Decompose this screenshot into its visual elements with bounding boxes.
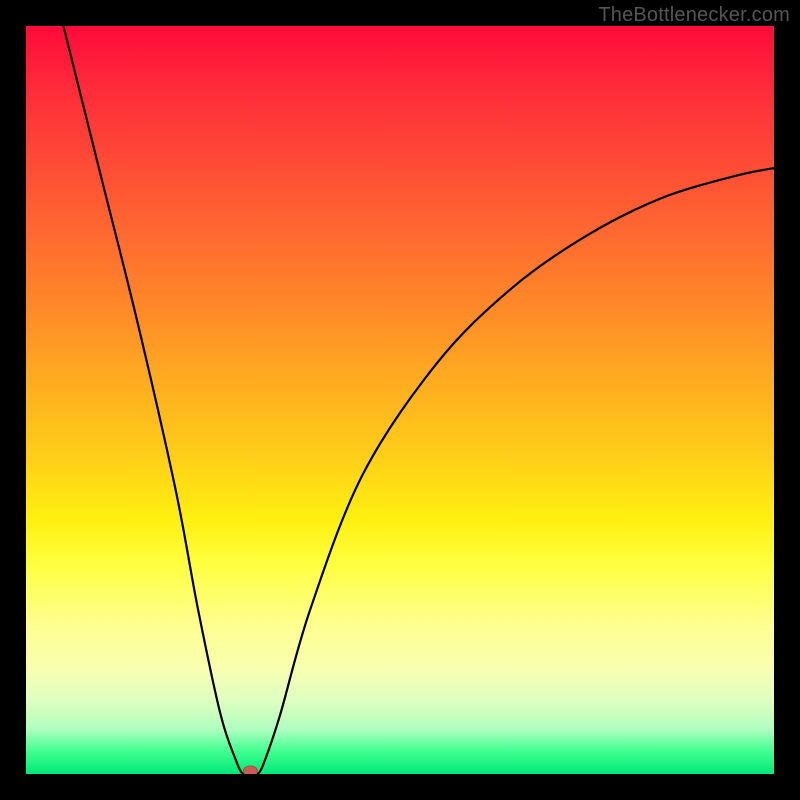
bottleneck-curve (63, 26, 774, 774)
attribution-text: TheBottlenecker.com (598, 4, 790, 27)
minimum-marker (243, 766, 257, 774)
chart-frame: TheBottlenecker.com (0, 0, 800, 800)
curve-layer (26, 26, 774, 774)
plot-area (26, 26, 774, 774)
